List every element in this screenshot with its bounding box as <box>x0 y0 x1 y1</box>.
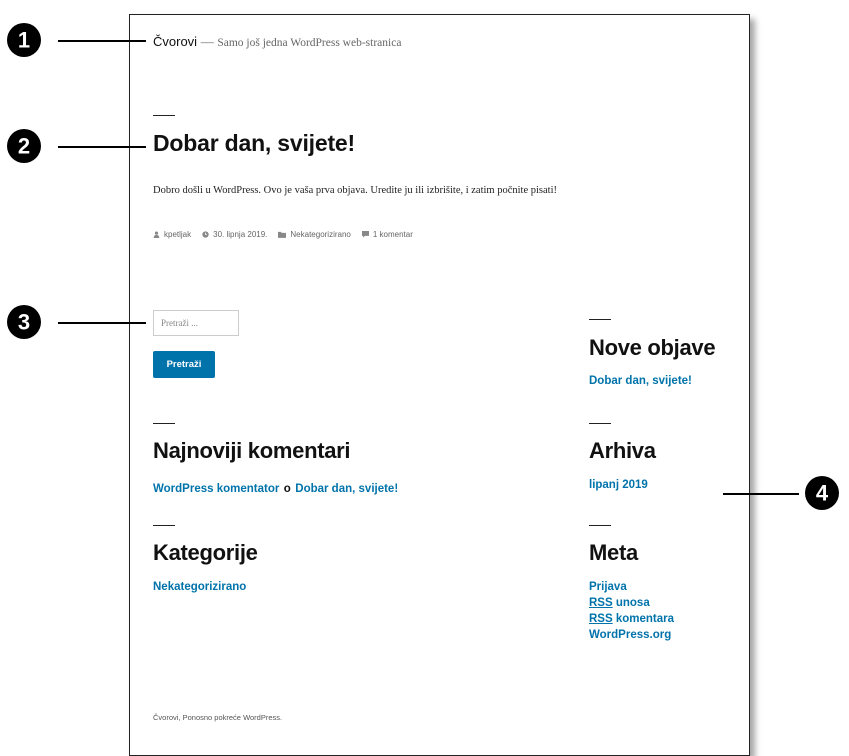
widget-rule <box>153 525 175 526</box>
callout-leader-3 <box>58 322 146 324</box>
recent-comment-item: WordPress komentator o Dobar dan, svijet… <box>153 479 398 497</box>
post-comments[interactable]: 1 komentar <box>361 230 413 239</box>
recent-posts-heading: Nove objave <box>589 335 716 360</box>
post-date-text: 30. lipnja 2019. <box>213 230 268 239</box>
user-icon <box>153 231 160 238</box>
post-author[interactable]: kpetljak <box>153 230 191 239</box>
meta-list: Prijava RSS unosa RSS komentara WordPres… <box>589 581 674 641</box>
callout-leader-2 <box>58 146 146 148</box>
widget-rule <box>153 423 175 424</box>
callout-badge-3: 3 <box>7 305 41 339</box>
callout-number-3: 3 <box>18 310 30 335</box>
rss-comments-label: komentara <box>615 613 675 625</box>
callout-number-1: 1 <box>18 28 30 53</box>
recent-comments-heading: Najnoviji komentari <box>153 438 351 463</box>
callout-number-2: 2 <box>18 134 30 159</box>
rss-abbr: RSS <box>589 613 613 625</box>
rss-abbr: RSS <box>589 597 613 609</box>
footer-credit-link[interactable]: Ponosno pokreće WordPress. <box>183 713 283 722</box>
callout-badge-2: 2 <box>7 129 41 163</box>
post-category[interactable]: Nekategorizirano <box>278 230 351 239</box>
comment-icon <box>361 231 369 238</box>
comment-post-link[interactable]: Dobar dan, svijete! <box>295 483 398 495</box>
callout-badge-4: 4 <box>805 476 839 510</box>
search-input[interactable] <box>153 310 239 336</box>
post-meta: kpetljak 30. lipnja 2019. Nekategorizira… <box>153 230 413 239</box>
site-description: Samo još jedna WordPress web-stranica <box>217 37 402 49</box>
post-comments-text: 1 komentar <box>372 230 413 239</box>
recent-post-link[interactable]: Dobar dan, svijete! <box>589 375 692 387</box>
widget-rule <box>589 525 611 526</box>
folder-icon <box>278 231 287 238</box>
archive-link[interactable]: lipanj 2019 <box>589 479 648 491</box>
rss-entries-label: unosa <box>615 597 650 609</box>
site-footer: Čvorovi, Ponosno pokreće WordPress. <box>153 713 282 722</box>
callout-number-4: 4 <box>816 481 829 506</box>
callout-leader-4 <box>723 493 799 495</box>
comment-author-link[interactable]: WordPress komentator <box>153 483 279 495</box>
post-date[interactable]: 30. lipnja 2019. <box>202 230 267 239</box>
post-body: Dobro došli u WordPress. Ovo je vaša prv… <box>153 185 557 196</box>
rss-entries-link[interactable]: RSS unosa <box>589 597 674 609</box>
title-separator: — <box>200 34 214 49</box>
meta-heading: Meta <box>589 540 638 565</box>
clock-icon <box>202 231 209 238</box>
post-author-name: kpetljak <box>164 230 192 239</box>
rss-comments-link[interactable]: RSS komentara <box>589 613 674 625</box>
callout-badge-1: 1 <box>7 23 41 57</box>
widget-rule <box>589 423 611 424</box>
archives-heading: Arhiva <box>589 438 656 463</box>
wordpress-org-link[interactable]: WordPress.org <box>589 629 674 641</box>
widget-rule <box>589 319 611 320</box>
site-header: Čvorovi — Samo još jedna WordPress web-s… <box>153 34 401 50</box>
comment-connector: o <box>283 483 291 495</box>
site-title-link[interactable]: Čvorovi <box>153 34 197 49</box>
post-category-text: Nekategorizirano <box>290 230 351 239</box>
login-link[interactable]: Prijava <box>589 581 674 593</box>
webpage-frame: Čvorovi — Samo još jedna WordPress web-s… <box>129 14 750 756</box>
search-button[interactable]: Pretraži <box>153 351 215 378</box>
categories-heading: Kategorije <box>153 540 258 565</box>
post-title[interactable]: Dobar dan, svijete! <box>153 130 355 157</box>
post-rule <box>153 115 175 116</box>
category-link[interactable]: Nekategorizirano <box>153 581 246 593</box>
callout-leader-1 <box>58 40 146 42</box>
footer-site-link[interactable]: Čvorovi, <box>153 713 181 722</box>
